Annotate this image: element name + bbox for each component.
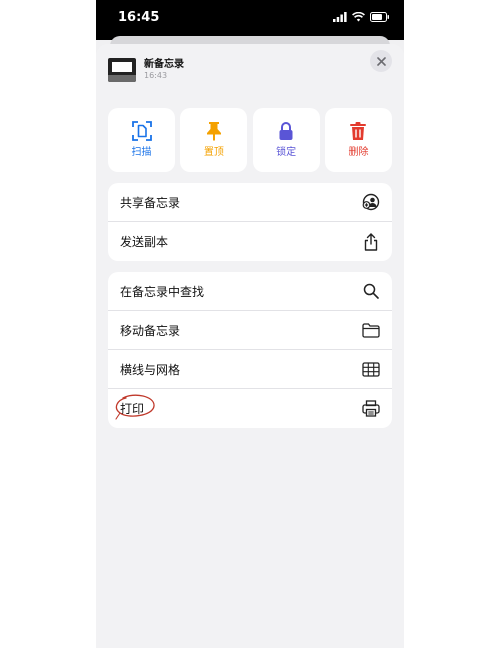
options-group: 在备忘录中查找 移动备忘录 横线与网格 打印: [108, 272, 392, 428]
delete-label: 删除: [348, 147, 369, 158]
close-icon: [376, 56, 386, 66]
share-note-icon: [362, 193, 380, 211]
status-icons: [333, 12, 390, 22]
folder-icon: [362, 322, 380, 338]
print-label-wrapper: 打印: [115, 394, 155, 420]
phone-screen: 16:45 新备忘录 16:43 扫描 置顶 锁定 删除 共享备忘录 发送副本 …: [96, 0, 404, 648]
battery-icon: [370, 12, 389, 22]
grid-icon: [362, 361, 380, 377]
move-note-label: 移动备忘录: [120, 323, 181, 338]
quick-actions: 扫描 置顶 锁定 删除: [108, 108, 392, 172]
lock-button[interactable]: 锁定: [252, 108, 320, 172]
status-bar: 16:45: [96, 0, 404, 40]
share-note-row[interactable]: 共享备忘录: [108, 183, 392, 222]
lines-grids-label: 横线与网格: [120, 362, 181, 377]
wifi-icon: [352, 12, 365, 22]
find-in-note-label: 在备忘录中查找: [120, 284, 205, 299]
scan-icon: [131, 121, 152, 141]
pin-button[interactable]: 置顶: [180, 108, 248, 172]
close-button[interactable]: [370, 50, 392, 72]
note-thumbnail: [108, 58, 136, 82]
print-row[interactable]: 打印: [108, 389, 392, 428]
send-copy-row[interactable]: 发送副本: [108, 222, 392, 261]
lines-grids-row[interactable]: 横线与网格: [108, 350, 392, 389]
note-header: 新备忘录 16:43: [108, 58, 184, 82]
delete-button[interactable]: 删除: [324, 108, 392, 172]
signal-icon: [333, 12, 347, 22]
pin-label: 置顶: [203, 147, 224, 158]
send-copy-label: 发送副本: [120, 235, 169, 249]
status-time: 16:45: [118, 10, 160, 25]
lock-label: 锁定: [276, 147, 297, 158]
scan-button[interactable]: 扫描: [108, 108, 175, 172]
search-icon: [363, 283, 379, 299]
move-note-row[interactable]: 移动备忘录: [108, 311, 392, 350]
trash-icon: [350, 122, 367, 140]
handwritten-circle-annotation: [115, 394, 155, 420]
note-time: 16:43: [144, 71, 168, 80]
action-sheet: 新备忘录 16:43 扫描 置顶 锁定 删除 共享备忘录 发送副本 在备忘录中查…: [96, 44, 404, 648]
lock-icon: [279, 122, 293, 140]
find-in-note-row[interactable]: 在备忘录中查找: [108, 272, 392, 311]
scan-label: 扫描: [131, 147, 152, 158]
share-icon: [364, 232, 378, 251]
note-title: 新备忘录: [144, 59, 184, 70]
printer-icon: [362, 400, 380, 417]
share-group: 共享备忘录 发送副本: [108, 183, 392, 261]
pin-icon: [206, 122, 221, 141]
share-note-label: 共享备忘录: [120, 195, 181, 210]
